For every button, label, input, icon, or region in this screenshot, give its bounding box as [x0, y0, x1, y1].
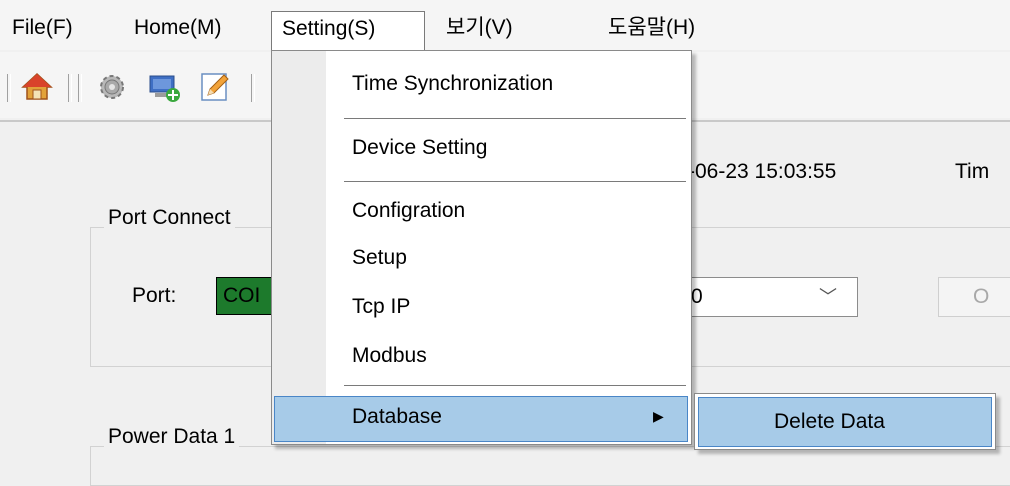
time-label: Tim	[955, 160, 990, 183]
menu-file[interactable]: File(F)	[2, 11, 83, 45]
database-submenu: Delete Data	[694, 393, 996, 450]
menu-separator	[344, 181, 686, 182]
port-label: Port:	[132, 284, 177, 307]
toolbar-separator	[7, 74, 11, 102]
menu-item-modbus[interactable]: Modbus	[352, 344, 427, 368]
menu-help[interactable]: 도움말(H)	[598, 11, 705, 45]
toolbar-separator	[251, 74, 255, 102]
toolbar-separator	[78, 74, 82, 102]
chevron-down-icon: ﹀	[819, 287, 837, 307]
menu-view[interactable]: 보기(V)	[436, 11, 523, 45]
menu-separator	[344, 118, 686, 119]
open-button[interactable]: O	[938, 277, 1010, 317]
menu-item-configration[interactable]: Configration	[352, 199, 465, 223]
menu-item-database-label: Database	[352, 405, 442, 428]
power-data-label: Power Data 1	[104, 425, 240, 449]
menu-item-tcp-ip[interactable]: Tcp IP	[352, 295, 410, 319]
menu-item-time-sync[interactable]: Time Synchronization	[352, 72, 553, 96]
datetime-display: -06-23 15:03:55	[688, 160, 837, 183]
edit-icon[interactable]	[198, 70, 232, 104]
menu-bar: File(F) Home(M) Setting(S) 보기(V) 도움말(H)	[0, 0, 1010, 50]
menu-item-device-setting[interactable]: Device Setting	[352, 136, 487, 160]
baudrate-value: 0	[691, 285, 703, 308]
menu-item-delete-data[interactable]: Delete Data	[698, 397, 992, 447]
menu-setting[interactable]: Setting(S)	[271, 11, 425, 50]
monitor-add-icon[interactable]	[147, 70, 181, 104]
menu-item-database[interactable]: Database ▶	[274, 396, 688, 442]
menu-icon-gutter	[272, 51, 326, 444]
toolbar-separator	[68, 74, 72, 102]
power-data-group	[90, 446, 1010, 486]
menu-home[interactable]: Home(M)	[124, 11, 232, 45]
setting-dropdown-menu: Time Synchronization Device Setting Conf…	[271, 50, 692, 445]
gear-icon[interactable]	[95, 70, 129, 104]
submenu-arrow-icon: ▶	[653, 408, 664, 424]
port-connect-label: Port Connect	[104, 206, 235, 230]
menu-item-setup[interactable]: Setup	[352, 246, 407, 270]
home-icon[interactable]	[20, 70, 54, 104]
menu-separator	[344, 385, 686, 386]
